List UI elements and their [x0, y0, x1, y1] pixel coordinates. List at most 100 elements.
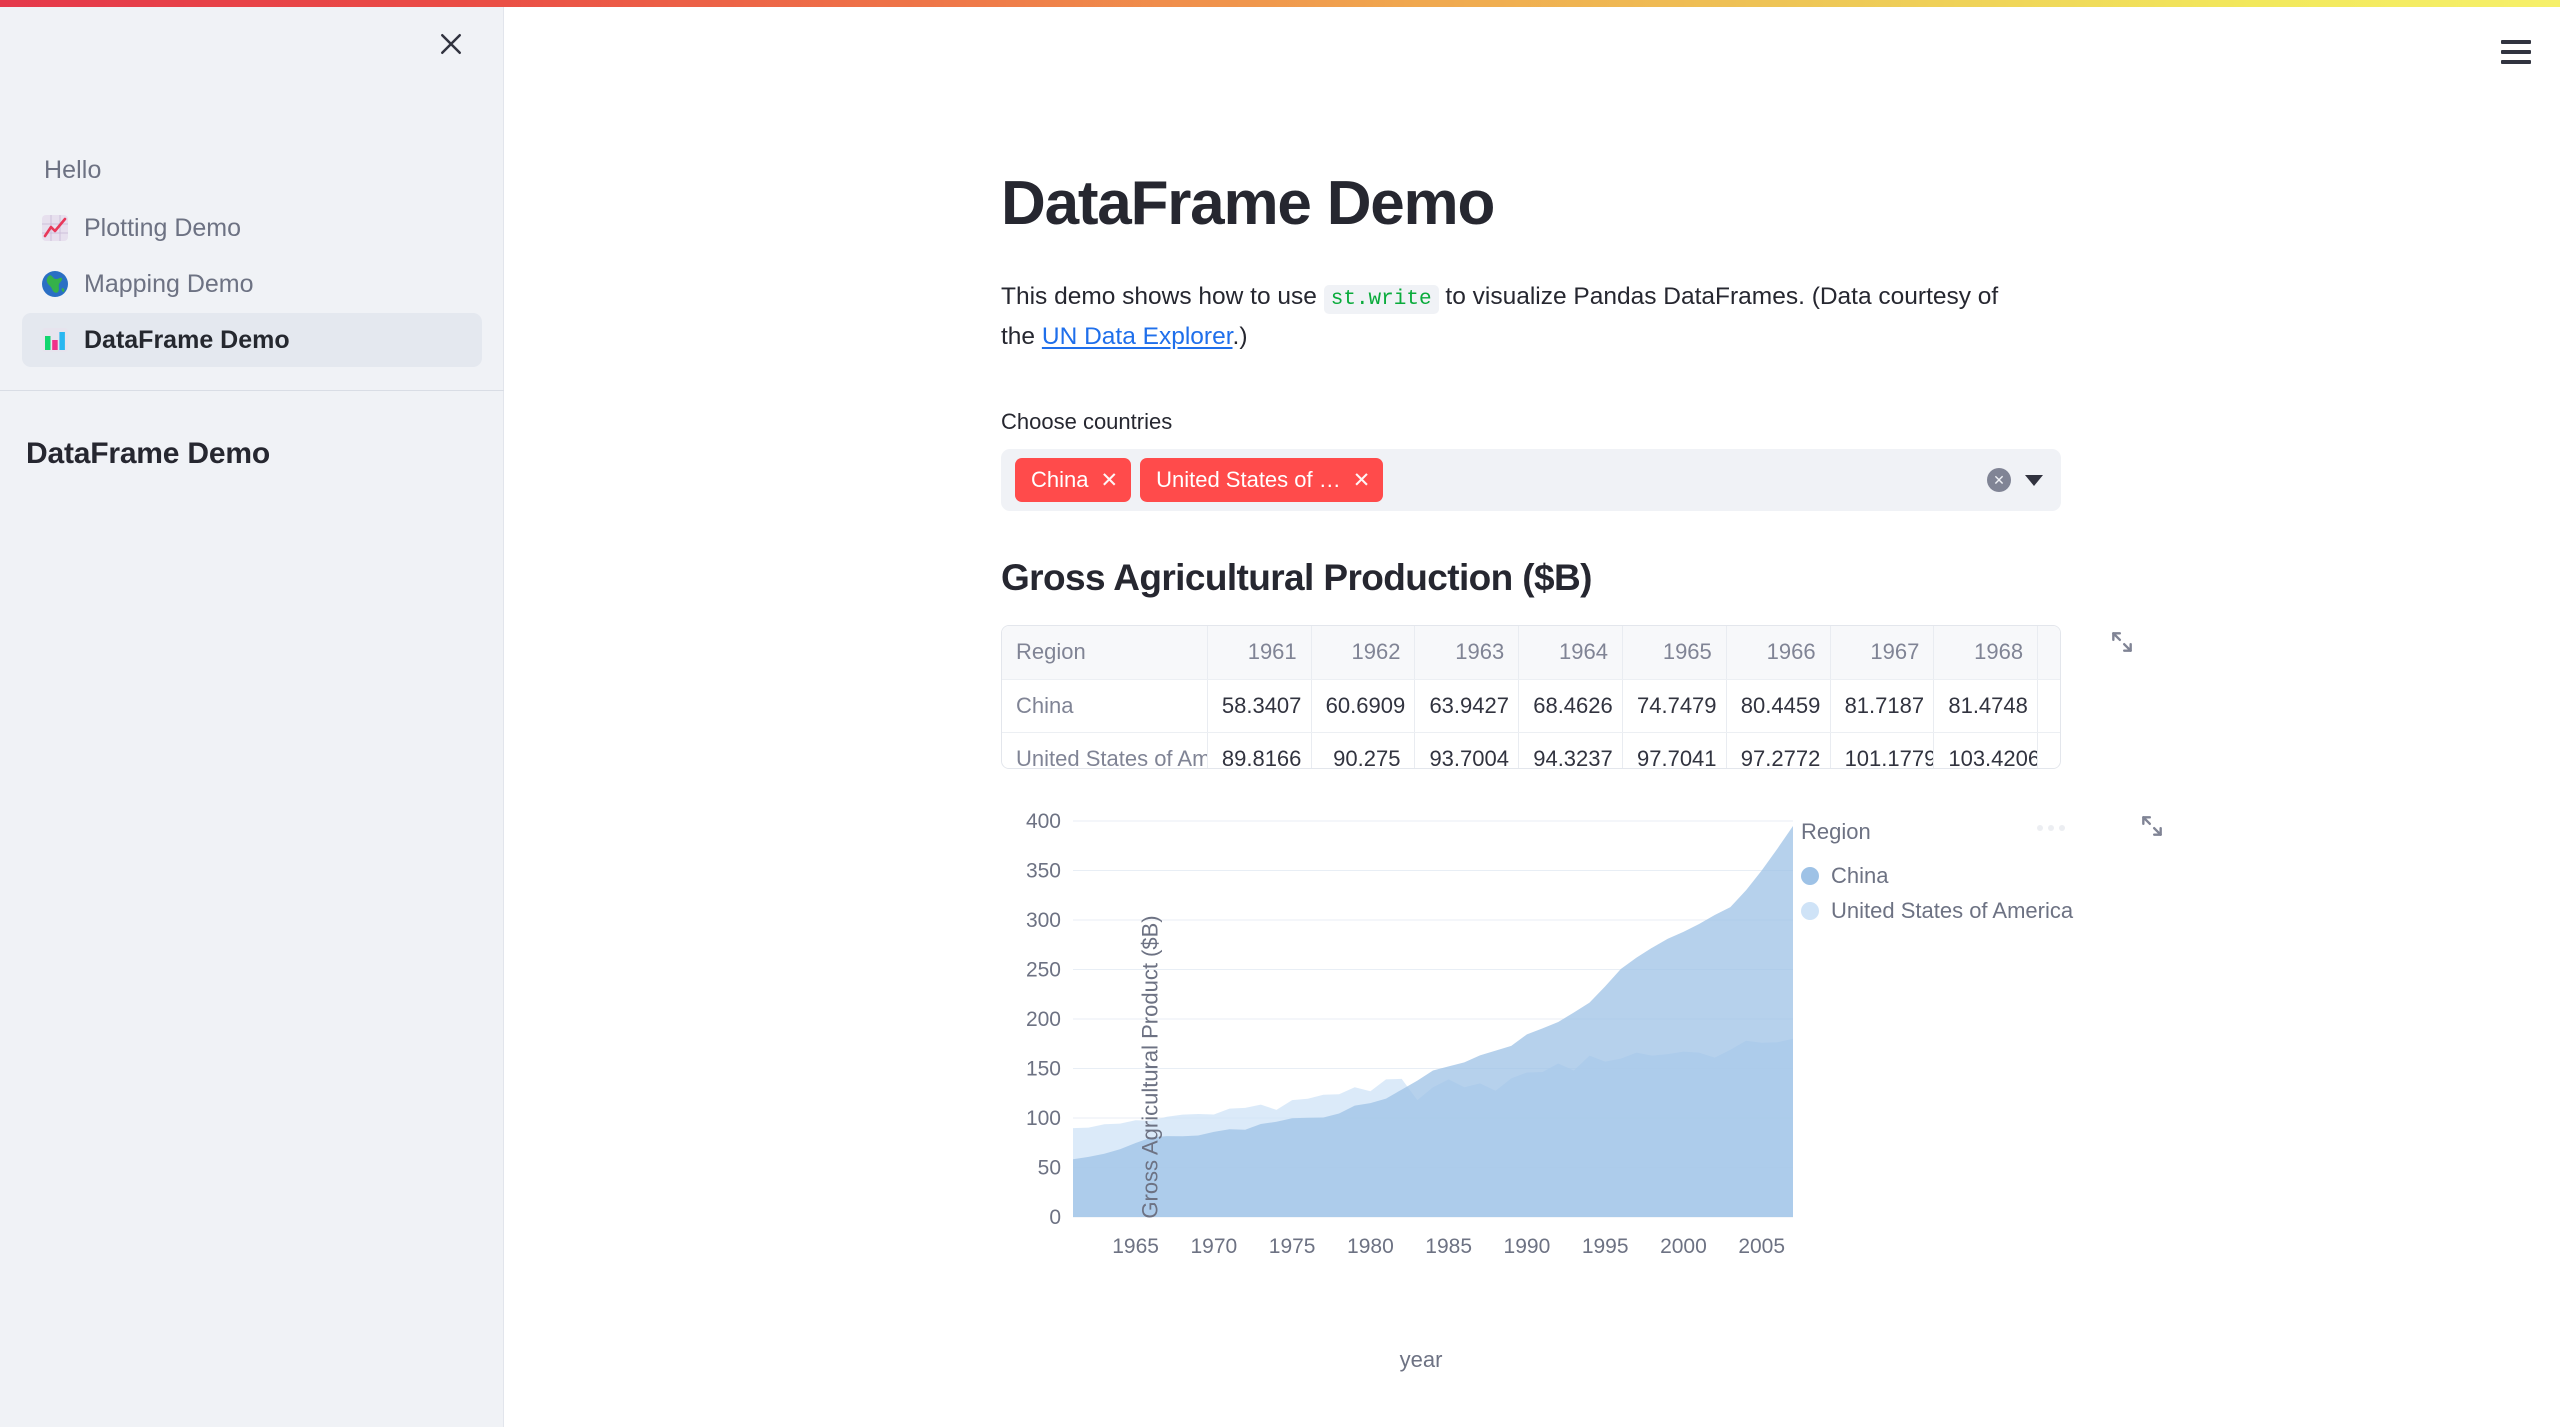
section-title: Gross Agricultural Production ($B): [1001, 557, 2061, 599]
hamburger-line: [2501, 60, 2531, 64]
chart-fullscreen-button[interactable]: [2139, 813, 2165, 839]
multiselect-label: Choose countries: [1001, 409, 2061, 435]
table-cell: 104: [2038, 732, 2061, 769]
chart-increasing-icon: [40, 213, 70, 243]
remove-country-icon[interactable]: ✕: [1100, 470, 1118, 491]
sidebar-item-mapping-demo[interactable]: Mapping Demo: [22, 257, 482, 311]
table-cell: 80.4459: [1726, 679, 1830, 732]
remove-country-icon[interactable]: ✕: [1353, 470, 1371, 491]
legend-item-usa[interactable]: United States of America: [1801, 898, 2091, 924]
close-icon: [436, 29, 466, 59]
main-content: DataFrame Demo This demo shows how to us…: [504, 0, 2560, 1427]
table-column-header[interactable]: 1966: [1726, 626, 1830, 679]
chart-x-axis-title: year: [1061, 1347, 1781, 1373]
table-cell: 90.275: [1311, 732, 1415, 769]
svg-text:50: 50: [1038, 1157, 1061, 1180]
chart-legend: Region China United States of America: [1801, 819, 2091, 933]
svg-text:300: 300: [1026, 909, 1061, 932]
selected-country-pill[interactable]: United States of … ✕: [1140, 458, 1383, 502]
sidebar-item-label: Plotting Demo: [84, 214, 241, 243]
multiselect-actions: ✕: [1987, 468, 2043, 492]
svg-text:1990: 1990: [1504, 1235, 1551, 1258]
intro-text-1: This demo shows how to use: [1001, 283, 1317, 310]
fullscreen-expand-icon: [2109, 629, 2135, 655]
sidebar-nav-header: Hello: [22, 148, 482, 201]
table-column-header[interactable]: 1967: [1830, 626, 1934, 679]
sidebar-page-title: DataFrame Demo: [26, 437, 270, 471]
svg-text:200: 200: [1026, 1008, 1061, 1031]
dataframe-scroll-area[interactable]: Region 1961 1962 1963 1964 1965 1966 196…: [1001, 625, 2061, 769]
table-cell: 60.6909: [1311, 679, 1415, 732]
table-column-header[interactable]: 1963: [1415, 626, 1519, 679]
svg-text:1965: 1965: [1112, 1235, 1159, 1258]
table-column-header[interactable]: 1969: [2038, 626, 2061, 679]
pill-label: China: [1031, 467, 1088, 493]
sidebar-item-label: DataFrame Demo: [84, 326, 290, 355]
sidebar-item-dataframe-demo[interactable]: DataFrame Demo: [22, 313, 482, 367]
legend-title: Region: [1801, 819, 2091, 845]
table-column-header[interactable]: 1962: [1311, 626, 1415, 679]
pill-label: United States of …: [1156, 467, 1341, 493]
hamburger-line: [2501, 50, 2531, 54]
svg-text:400: 400: [1026, 810, 1061, 833]
intro-text-3: .): [1233, 323, 1248, 350]
bar-chart-icon: [40, 325, 70, 355]
table-cell: 89.8166: [1207, 732, 1311, 769]
table-header-row: Region 1961 1962 1963 1964 1965 1966 196…: [1002, 626, 2061, 679]
table-cell: 82: [2038, 679, 2061, 732]
table-row: China 58.3407 60.6909 63.9427 68.4626 74…: [1002, 679, 2061, 732]
countries-multiselect[interactable]: China ✕ United States of … ✕ ✕: [1001, 449, 2061, 511]
svg-text:1980: 1980: [1347, 1235, 1394, 1258]
table-cell: 103.4206: [1934, 732, 2038, 769]
table-cell: 97.7041: [1623, 732, 1727, 769]
svg-text:2000: 2000: [1660, 1235, 1707, 1258]
legend-overflow-menu-icon[interactable]: [2037, 825, 2065, 831]
sidebar: Hello Plotting Demo: [0, 0, 504, 1427]
un-data-explorer-link[interactable]: UN Data Explorer: [1042, 323, 1233, 350]
sidebar-divider: [0, 390, 504, 391]
legend-item-china[interactable]: China: [1801, 863, 2091, 889]
area-series-china: [1073, 826, 1793, 1217]
hamburger-menu-button[interactable]: [2492, 28, 2540, 76]
sidebar-close-button[interactable]: [429, 22, 473, 66]
top-accent-bar: [0, 0, 2560, 7]
clear-all-icon[interactable]: ✕: [1987, 468, 2011, 492]
table-cell: 74.7479: [1623, 679, 1727, 732]
dot: [2059, 825, 2065, 831]
svg-text:1975: 1975: [1269, 1235, 1316, 1258]
dot: [2037, 825, 2043, 831]
content-column: DataFrame Demo This demo shows how to us…: [1001, 0, 2061, 1327]
selected-country-pill[interactable]: China ✕: [1015, 458, 1131, 502]
sidebar-item-plotting-demo[interactable]: Plotting Demo: [22, 201, 482, 255]
chart-y-axis-title: Gross Agricultural Product ($B): [1138, 915, 1164, 1218]
table-cell: 101.1779: [1830, 732, 1934, 769]
sidebar-nav: Hello Plotting Demo: [0, 148, 504, 369]
table-column-header[interactable]: Region: [1002, 626, 1207, 679]
table-cell: 58.3407: [1207, 679, 1311, 732]
table-cell: 94.3237: [1519, 732, 1623, 769]
dataframe-container: Region 1961 1962 1963 1964 1965 1966 196…: [1001, 625, 2061, 769]
dataframe-table: Region 1961 1962 1963 1964 1965 1966 196…: [1002, 626, 2061, 769]
table-column-header[interactable]: 1964: [1519, 626, 1623, 679]
table-column-header[interactable]: 1961: [1207, 626, 1311, 679]
table-cell: 63.9427: [1415, 679, 1519, 732]
table-column-header[interactable]: 1965: [1623, 626, 1727, 679]
intro-paragraph: This demo shows how to use st.write to v…: [1001, 277, 2031, 357]
hamburger-line: [2501, 40, 2531, 44]
svg-text:1985: 1985: [1425, 1235, 1472, 1258]
svg-text:0: 0: [1049, 1206, 1061, 1229]
svg-text:150: 150: [1026, 1058, 1061, 1081]
svg-text:100: 100: [1026, 1107, 1061, 1130]
fullscreen-expand-icon: [2139, 813, 2165, 839]
legend-color-swatch: [1801, 867, 1819, 885]
table-cell: 97.2772: [1726, 732, 1830, 769]
area-chart-plot: 0501001502002503003504001965197019751980…: [1001, 807, 1801, 1277]
table-column-header[interactable]: 1968: [1934, 626, 2038, 679]
table-fullscreen-button[interactable]: [2109, 629, 2135, 655]
app-root: Hello Plotting Demo: [0, 0, 2560, 1427]
table-row: United States of America 89.8166 90.275 …: [1002, 732, 2061, 769]
chevron-down-icon[interactable]: [2025, 475, 2043, 486]
svg-text:350: 350: [1026, 860, 1061, 883]
table-row-header: China: [1002, 679, 1207, 732]
table-cell: 81.7187: [1830, 679, 1934, 732]
